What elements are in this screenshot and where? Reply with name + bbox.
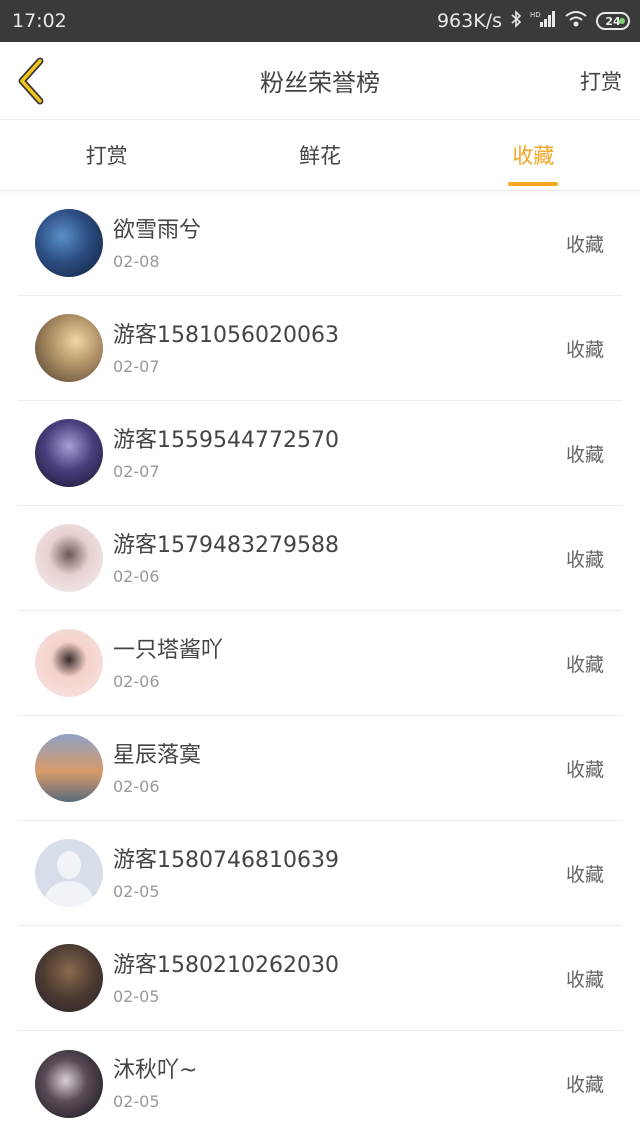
item-type-label: 收藏 xyxy=(565,968,604,991)
user-name: 一只塔酱吖 xyxy=(113,637,224,663)
avatar xyxy=(35,209,103,277)
item-date: 02-07 xyxy=(113,461,160,481)
list-item[interactable]: 一只塔酱吖 02-06 收藏 xyxy=(18,611,622,716)
item-type-label: 收藏 xyxy=(565,653,604,676)
avatar xyxy=(35,314,103,382)
avatar xyxy=(35,1049,103,1118)
item-date: 02-06 xyxy=(113,776,160,796)
user-name: 游客1559544772570 xyxy=(113,427,339,453)
item-type-label: 收藏 xyxy=(565,443,604,466)
avatar xyxy=(35,734,103,802)
list-item[interactable]: 游客1579483279588 02-06 收藏 xyxy=(18,506,622,611)
chevron-left-icon xyxy=(18,57,44,104)
user-name: 游客1581056020063 xyxy=(113,322,339,348)
item-type-label: 收藏 xyxy=(565,863,604,886)
item-date: 02-07 xyxy=(113,356,160,376)
tab-bar: 打赏 鲜花 收藏 xyxy=(0,120,640,191)
user-name: 沐秋吖~ xyxy=(113,1058,198,1083)
item-date: 02-05 xyxy=(113,986,160,1006)
network-speed: 963K/s xyxy=(436,10,502,32)
status-indicators: 963K/s HD 24 xyxy=(436,9,630,33)
user-name: 星辰落寞 xyxy=(113,742,202,768)
item-date: 02-06 xyxy=(113,566,160,586)
item-type-label: 收藏 xyxy=(565,758,604,781)
list-item[interactable]: 游客1580746810639 02-05 收藏 xyxy=(18,821,622,926)
user-name: 游客1580746810639 xyxy=(113,847,339,873)
user-name: 游客1580210262030 xyxy=(113,952,339,978)
reward-button[interactable]: 打赏 xyxy=(580,66,622,96)
user-name: 欲雪雨兮 xyxy=(113,217,202,243)
back-button[interactable] xyxy=(14,56,54,106)
item-type-label: 收藏 xyxy=(565,233,604,256)
avatar xyxy=(35,524,103,592)
svg-text:HD: HD xyxy=(530,11,541,19)
item-type-label: 收藏 xyxy=(565,548,604,571)
fan-list: 欲雪雨兮 02-08 收藏 游客1581056020063 02-07 收藏 游… xyxy=(0,191,640,1136)
item-date: 02-05 xyxy=(113,881,160,901)
avatar xyxy=(35,839,103,907)
avatar xyxy=(35,944,103,1012)
tab-favorites[interactable]: 收藏 xyxy=(427,120,640,190)
list-item[interactable]: 沐秋吖~ 02-05 收藏 xyxy=(18,1031,622,1136)
tab-flowers[interactable]: 鲜花 xyxy=(213,120,426,190)
avatar xyxy=(35,629,103,697)
bluetooth-icon xyxy=(510,9,522,33)
header: 粉丝荣誉榜 打赏 xyxy=(0,42,640,120)
list-item[interactable]: 星辰落寞 02-06 收藏 xyxy=(18,716,622,821)
avatar xyxy=(35,419,103,487)
hd-signal-icon: HD xyxy=(530,10,556,33)
page-title: 粉丝荣誉榜 xyxy=(260,69,380,97)
item-type-label: 收藏 xyxy=(565,338,604,361)
list-item[interactable]: 游客1581056020063 02-07 收藏 xyxy=(18,296,622,401)
list-item[interactable]: 游客1559544772570 02-07 收藏 xyxy=(18,401,622,506)
status-time: 17:02 xyxy=(12,10,67,32)
item-date: 02-05 xyxy=(113,1092,160,1111)
list-item[interactable]: 游客1580210262030 02-05 收藏 xyxy=(18,926,622,1031)
tab-reward[interactable]: 打赏 xyxy=(0,120,213,190)
list-item[interactable]: 欲雪雨兮 02-08 收藏 xyxy=(18,191,622,296)
status-bar: 17:02 963K/s HD 24 xyxy=(0,0,640,42)
item-date: 02-08 xyxy=(113,251,160,271)
item-type-label: 收藏 xyxy=(565,1074,604,1096)
wifi-icon xyxy=(564,10,588,33)
item-date: 02-06 xyxy=(113,671,160,691)
battery-icon: 24 xyxy=(596,12,630,30)
user-name: 游客1579483279588 xyxy=(113,532,339,558)
